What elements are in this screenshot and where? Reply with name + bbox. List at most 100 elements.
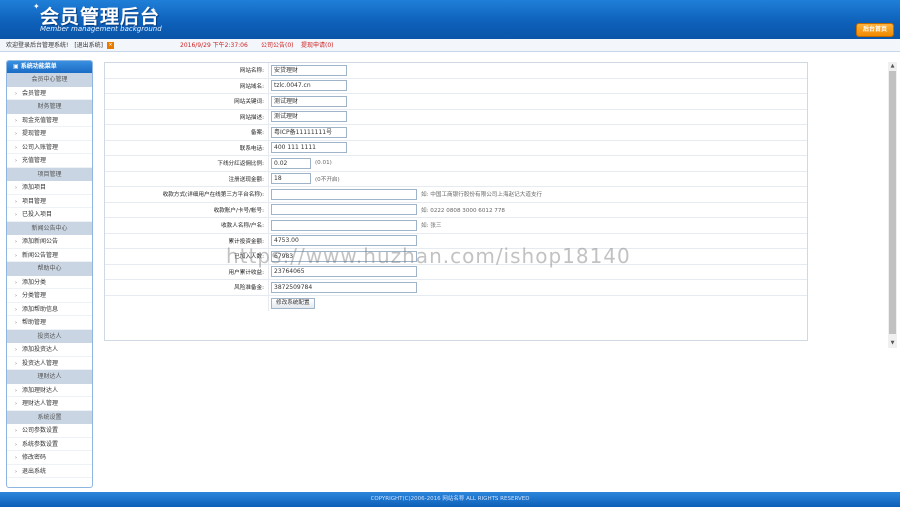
announcement-link[interactable]: 公司公告(0): [261, 39, 294, 52]
field-label: 收款账户/卡号/帐号:: [213, 207, 264, 214]
chevron-right-icon: ›: [15, 360, 17, 367]
chevron-right-icon: ›: [15, 239, 17, 245]
sidebar-item[interactable]: › 公司入账管理: [7, 141, 92, 154]
sidebar-item[interactable]: › 帮助管理: [7, 316, 92, 330]
sidebar-item-label: 添加理财达人: [22, 386, 59, 394]
form-row: 收款人名称/户名: 如: 张三: [105, 218, 807, 234]
form-row: 网站域名: tzlc.0047.cn: [105, 78, 807, 94]
chevron-right-icon: ›: [15, 468, 17, 475]
sidebar-section[interactable]: 会员中心管理: [7, 73, 92, 87]
sidebar-item[interactable]: › 分类管理: [7, 289, 92, 303]
text-input[interactable]: 0.02: [271, 157, 311, 169]
field-hint: (0不开启): [315, 176, 340, 183]
chevron-right-icon: ›: [15, 347, 17, 353]
text-input[interactable]: 400 111 1111: [271, 142, 347, 154]
text-input[interactable]: [271, 204, 417, 216]
chevron-right-icon: ›: [15, 279, 17, 286]
sidebar-item[interactable]: › 投资达人管理: [7, 357, 92, 370]
sidebar-section[interactable]: 项目管理: [7, 167, 92, 181]
sidebar-item[interactable]: › 系统参数设置: [7, 438, 92, 451]
text-input[interactable]: 安贷理财: [271, 64, 347, 76]
text-input[interactable]: tzlc.0047.cn: [271, 80, 347, 92]
field-label: 备案:: [250, 130, 264, 137]
logout-link[interactable]: [退出系统]: [74, 42, 103, 49]
chevron-right-icon: ›: [15, 158, 17, 164]
field-label: 网站域名:: [239, 83, 264, 90]
chevron-right-icon: ›: [15, 198, 17, 205]
sidebar-item[interactable]: › 添加理财达人: [7, 384, 92, 397]
scroll-thumb[interactable]: [889, 71, 896, 334]
sidebar-item-label: 公司参数设置: [22, 427, 59, 434]
sidebar-item[interactable]: › 修改密码: [7, 451, 92, 465]
chevron-right-icon: ›: [15, 185, 17, 191]
sidebar-item[interactable]: › 理财达人管理: [7, 397, 92, 411]
field-hint: 如: 0222 0808 3000 6012 778: [421, 207, 505, 214]
info-bar: 欢迎登录后台管理系统! [退出系统] × 2016/9/29 下午2:37:06…: [0, 39, 900, 52]
sidebar-item[interactable]: › 会员管理: [7, 87, 92, 100]
sidebar-item[interactable]: › 添加分类: [7, 276, 92, 289]
sidebar-item[interactable]: › 提现管理: [7, 127, 92, 141]
sidebar-item-label: 充值管理: [22, 157, 47, 164]
sidebar-item-label: 添加新闻公告: [22, 238, 59, 245]
sidebar-section[interactable]: 投资达人: [7, 329, 92, 343]
footer: COPYRIGHT(C)2006-2016 网站名称 ALL RIGHTS RE…: [0, 492, 900, 507]
text-input[interactable]: [271, 188, 417, 200]
watermark: https://www.huzhan.com/ishop18140: [226, 244, 631, 268]
text-input[interactable]: 粤ICP备11111111号: [271, 126, 347, 138]
sidebar-item[interactable]: › 添加项目: [7, 181, 92, 195]
sidebar-item[interactable]: › 公司参数设置: [7, 424, 92, 438]
field-label: 网站名称:: [239, 68, 264, 75]
home-button[interactable]: 后台首页: [856, 23, 894, 37]
submit-button[interactable]: 修改系统配置: [271, 297, 315, 309]
sidebar-item[interactable]: › 添加新闻公告: [7, 235, 92, 249]
chevron-right-icon: ›: [15, 293, 17, 299]
sidebar-item[interactable]: › 充值管理: [7, 154, 92, 168]
field-label: 网站关键词:: [234, 99, 264, 106]
chevron-right-icon: ›: [15, 428, 17, 434]
scroll-down-icon[interactable]: ▼: [888, 339, 897, 348]
field-label: 注册送现金额:: [228, 176, 264, 183]
sidebar-item[interactable]: › 已投入项目: [7, 208, 92, 222]
sidebar-item[interactable]: › 添加投资达人: [7, 343, 92, 357]
text-input[interactable]: 测试理财: [271, 111, 347, 123]
sidebar-section[interactable]: 理财达人: [7, 370, 92, 384]
form-row: 备案: 粤ICP备11111111号: [105, 125, 807, 141]
sidebar-item[interactable]: › 新闻公告管理: [7, 249, 92, 262]
field-label: 收款方式(详细用户在线第三方平台名称):: [162, 192, 264, 199]
sidebar-item[interactable]: › 退出系统: [7, 465, 92, 478]
sidebar-item-label: 新闻公告管理: [22, 251, 59, 259]
sidebar-item-label: 系统参数设置: [22, 440, 59, 448]
sidebar-item-label: 分类管理: [22, 292, 47, 299]
sidebar-section[interactable]: 系统设置: [7, 410, 92, 424]
withdraw-link[interactable]: 提现申请(0): [301, 39, 334, 52]
text-input[interactable]: 3872509784: [271, 281, 417, 293]
vertical-scrollbar[interactable]: ▲ ▼: [888, 62, 897, 348]
text-input[interactable]: 18: [271, 173, 311, 185]
scroll-up-icon[interactable]: ▲: [888, 62, 897, 71]
text-input[interactable]: [271, 219, 417, 231]
sidebar-item[interactable]: › 项目管理: [7, 195, 92, 208]
sidebar-item-label: 公司入账管理: [22, 143, 59, 151]
chevron-right-icon: ›: [15, 117, 17, 124]
field-label: 下线分红返佣比例:: [217, 161, 264, 168]
form-row: 网站描述: 测试理财: [105, 109, 807, 125]
form-row: 联系电话: 400 111 1111: [105, 140, 807, 156]
text-input[interactable]: 测试理财: [271, 95, 347, 107]
sidebar-item-label: 修改密码: [22, 454, 47, 461]
sidebar-item[interactable]: › 添加帮助信息: [7, 303, 92, 316]
field-label: 风险准备金:: [234, 285, 264, 292]
sidebar-section[interactable]: 帮助中心: [7, 262, 92, 276]
sidebar-title: 系统功能菜单: [20, 63, 57, 70]
sidebar-item-label: 添加分类: [22, 278, 47, 286]
chevron-right-icon: ›: [15, 131, 17, 137]
chevron-right-icon: ›: [15, 212, 17, 218]
sidebar-item[interactable]: › 现金充值管理: [7, 114, 92, 127]
sidebar-section[interactable]: 新闻公告中心: [7, 221, 92, 235]
form-row: 注册送现金额: 18 (0不开启): [105, 171, 807, 187]
sidebar-item-label: 帮助管理: [22, 319, 47, 326]
sidebar-item-label: 提现管理: [22, 130, 47, 137]
sidebar-item-label: 投资达人管理: [22, 359, 59, 367]
sidebar-section[interactable]: 财务管理: [7, 100, 92, 114]
close-icon[interactable]: ×: [106, 42, 114, 49]
sidebar-item-label: 已投入项目: [22, 211, 53, 218]
